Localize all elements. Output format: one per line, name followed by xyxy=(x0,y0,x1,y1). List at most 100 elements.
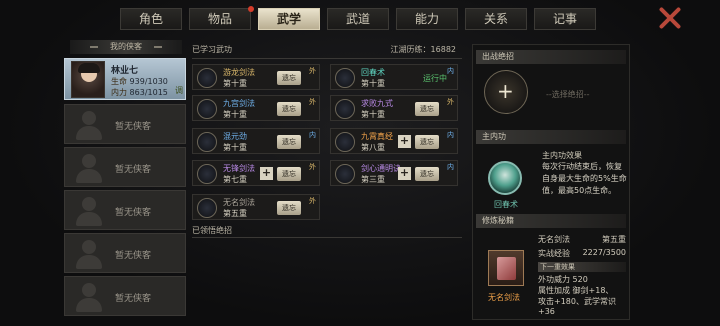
train-header: 修炼秘籍 xyxy=(476,214,626,228)
skill-type-tag: 外 xyxy=(309,67,316,75)
skill-level: 第七重 xyxy=(223,175,247,184)
forget-button[interactable]: 遗忘 xyxy=(415,102,439,116)
slot-label: 暂无侠客 xyxy=(115,165,152,175)
forget-button[interactable]: 遗忘 xyxy=(277,135,301,149)
tab-relations[interactable]: 关系 xyxy=(465,8,527,30)
learned-header: 已学习武功 江湖历练：16882 xyxy=(192,44,460,58)
skill-icon xyxy=(335,132,355,152)
skill-card[interactable]: 九宫剑法 第十重 遗忘外 xyxy=(192,95,320,121)
skill-type-tag: 外 xyxy=(447,98,454,106)
game-screen: 角色 物品 武学 武道 能力 关系 记事 我的侠客 林业七 生命 939/103… xyxy=(0,0,720,326)
mp-label: 内力 xyxy=(111,88,127,97)
forget-button[interactable]: 遗忘 xyxy=(277,201,301,215)
book-name: 无名剑法 xyxy=(488,293,520,302)
hero-card[interactable]: 林业七 生命 939/1030 内力 863/1015 调 xyxy=(64,58,186,100)
tab-label: 关系 xyxy=(483,12,508,26)
ultimate-header: 出战绝招 xyxy=(476,50,626,64)
ultimates-title: 已领悟绝招 xyxy=(192,226,232,235)
skill-name: 无名剑法 xyxy=(223,198,255,207)
silhouette-icon xyxy=(73,194,105,228)
notification-dot xyxy=(248,6,254,12)
skill-card[interactable]: 回春术 第十重 运行中内 xyxy=(330,64,458,90)
slot-label: 暂无侠客 xyxy=(115,208,152,218)
skill-level: 第十重 xyxy=(223,79,247,88)
skill-icon xyxy=(197,132,217,152)
tab-bar: 角色 物品 武学 武道 能力 关系 记事 xyxy=(120,6,596,32)
skill-name: 混元劲 xyxy=(223,132,247,141)
inner-skill-name: 回春术 xyxy=(494,200,518,209)
tab-label: 物品 xyxy=(207,12,232,26)
skill-card[interactable]: 求败九式第十重 遗忘外 xyxy=(330,95,458,121)
hero-mp: 内力 863/1015 xyxy=(111,87,168,98)
slot-label: 暂无侠客 xyxy=(115,251,152,261)
empty-slot[interactable]: 暂无侠客 xyxy=(64,104,186,144)
next-effect-line: 攻击+180、武学常识 xyxy=(538,297,616,306)
empty-slot[interactable]: 暂无侠客 xyxy=(64,147,186,187)
book-icon[interactable] xyxy=(488,250,524,286)
skill-icon xyxy=(197,68,217,88)
skill-card[interactable]: 剑心通明诀 第三重 + 遗忘内 xyxy=(330,160,458,186)
skill-type-tag: 内 xyxy=(447,131,454,139)
exp-value: 2227/3500 xyxy=(582,248,626,257)
skill-type-tag: 外 xyxy=(309,98,316,106)
tab-journal[interactable]: 记事 xyxy=(534,8,596,30)
tab-label: 能力 xyxy=(414,12,439,26)
skill-type-tag: 内 xyxy=(447,67,454,75)
silhouette-icon xyxy=(73,151,105,185)
divider xyxy=(154,46,162,48)
inner-skill-icon[interactable] xyxy=(488,161,522,195)
skill-name: 求败九式 xyxy=(361,99,393,108)
divider xyxy=(192,237,462,238)
plus-icon[interactable]: + xyxy=(497,81,514,101)
jianghu-exp: 江湖历练：16882 xyxy=(390,45,456,54)
tab-label: 记事 xyxy=(552,12,577,26)
exp-label: 实战经验 xyxy=(538,249,570,258)
skill-card[interactable]: 无名剑法第五重 遗忘外 xyxy=(192,194,320,220)
skill-level: 第五重 xyxy=(223,209,247,218)
empty-slot[interactable]: 暂无侠客 xyxy=(64,233,186,273)
tab-martial-arts[interactable]: 武学 xyxy=(258,8,320,30)
hp-label: 生命 xyxy=(111,77,127,86)
train-skill-row: 无名剑法 第五重 xyxy=(538,234,626,245)
inner-effect-desc: 每次行动结束后，恢复自身最大生命的5%生命值，最高50点生命。 xyxy=(542,162,627,195)
skill-card[interactable]: 游龙剑法 第十重 遗忘外 xyxy=(192,64,320,90)
skill-icon xyxy=(335,99,355,119)
forget-button[interactable]: 遗忘 xyxy=(277,167,301,181)
tab-role[interactable]: 角色 xyxy=(120,8,182,30)
tab-wudao[interactable]: 武道 xyxy=(327,8,389,30)
forget-button[interactable]: 遗忘 xyxy=(415,135,439,149)
skill-card[interactable]: 无锋剑法 第七重 + 遗忘外 xyxy=(192,160,320,186)
skill-level: 第十重 xyxy=(361,79,385,88)
ultimate-hint: --选择绝招-- xyxy=(546,90,590,99)
skill-name: 九宫剑法 xyxy=(223,99,255,108)
empty-slot[interactable]: 暂无侠客 xyxy=(64,276,186,316)
skill-card[interactable]: 九霄真经第八重 + 遗忘内 xyxy=(330,128,458,154)
forget-button[interactable]: 遗忘 xyxy=(277,71,301,85)
train-skill-level: 第五重 xyxy=(602,235,626,244)
mp-value: 863/1015 xyxy=(129,88,168,97)
plus-icon[interactable]: + xyxy=(398,135,411,148)
skill-type-tag: 外 xyxy=(309,197,316,205)
skill-name: 九霄真经 xyxy=(361,132,393,141)
forget-button[interactable]: 遗忘 xyxy=(277,102,301,116)
tab-items[interactable]: 物品 xyxy=(189,6,254,30)
next-effect-line: 属性加成 御剑+18、 xyxy=(538,286,614,295)
close-icon[interactable] xyxy=(658,6,682,30)
tab-ability[interactable]: 能力 xyxy=(396,8,458,30)
forget-button[interactable]: 遗忘 xyxy=(415,167,439,181)
plus-icon[interactable]: + xyxy=(260,167,273,180)
running-status: 运行中 xyxy=(423,74,447,83)
tab-label: 武学 xyxy=(276,12,301,26)
plus-icon[interactable]: + xyxy=(398,167,411,180)
skill-level: 第十重 xyxy=(361,110,385,119)
skill-level: 第十重 xyxy=(223,143,247,152)
skill-card[interactable]: 混元劲 第十重 遗忘内 xyxy=(192,128,320,154)
skill-level: 第八重 xyxy=(361,143,385,152)
tab-label: 角色 xyxy=(138,12,163,26)
empty-slot[interactable]: 暂无侠客 xyxy=(64,190,186,230)
skill-type-tag: 内 xyxy=(447,163,454,171)
next-effect-line: +36 xyxy=(538,307,555,316)
hp-value: 939/1030 xyxy=(129,77,168,86)
skill-icon xyxy=(197,164,217,184)
my-companions-header: 我的侠客 xyxy=(70,40,182,54)
